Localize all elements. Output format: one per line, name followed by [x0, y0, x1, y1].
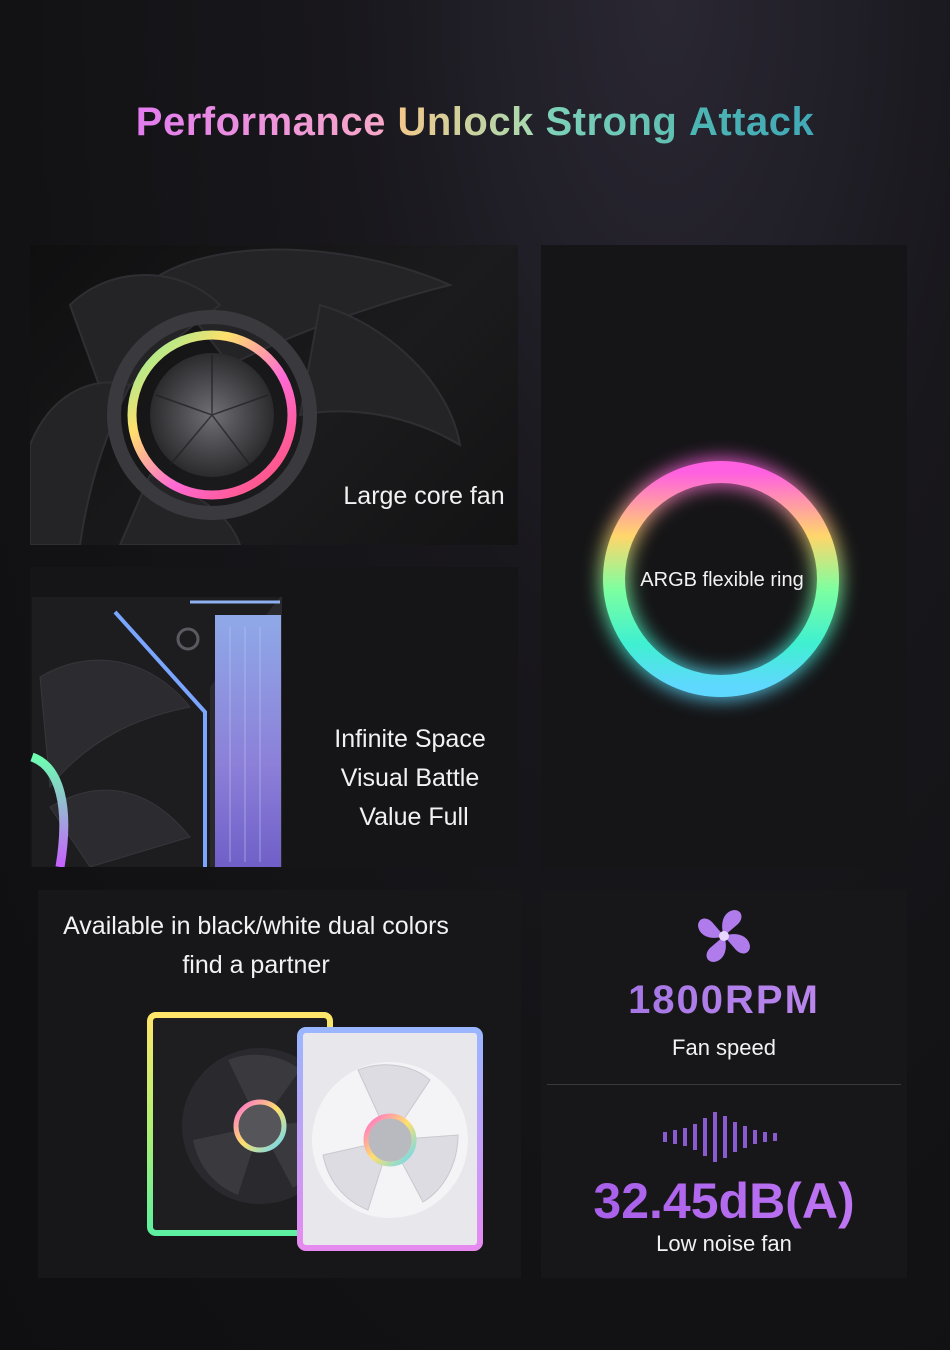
title-word-1: Performance [135, 100, 386, 144]
fan-speed-label: Fan speed [672, 1035, 776, 1060]
infinite-space-panel: Infinite Space Visual Battle Value Full [30, 567, 518, 867]
argb-ring-panel: ARGB flexible ring [541, 245, 907, 868]
noise-level-label: Low noise fan [656, 1231, 792, 1256]
title-word-4: Attack [688, 100, 815, 144]
title-word-2: Unlock [397, 100, 534, 144]
stats-divider [547, 1084, 901, 1085]
dual-colors-panel: Available in black/white dual colors fin… [38, 890, 521, 1278]
argb-ring-caption: ARGB flexible ring [640, 569, 804, 591]
infinite-space-caption: Infinite Space Visual Battle Value Full [320, 720, 500, 837]
noise-level-value: 32.45dB(A) [541, 1172, 907, 1230]
sound-wave-icon [663, 1112, 777, 1162]
caption-line-1: Infinite Space [334, 725, 486, 753]
caption-line-2: Visual Battle [340, 764, 480, 792]
stats-panel: 1800RPM Fan speed 32.45dB(A) Low noise f… [541, 890, 907, 1278]
fan-speed-value: 1800RPM [541, 978, 907, 1023]
title-word-3: Strong [545, 100, 678, 144]
page-title: Performance Unlock Strong Attack [0, 100, 950, 145]
black-white-fans-image [147, 1012, 483, 1251]
large-core-fan-panel: Large core fan [30, 245, 518, 545]
argb-ring-image [600, 458, 842, 700]
fan-icon [698, 910, 750, 962]
large-core-fan-caption: Large core fan [343, 482, 505, 510]
caption-line-3: Value Full [359, 803, 469, 831]
